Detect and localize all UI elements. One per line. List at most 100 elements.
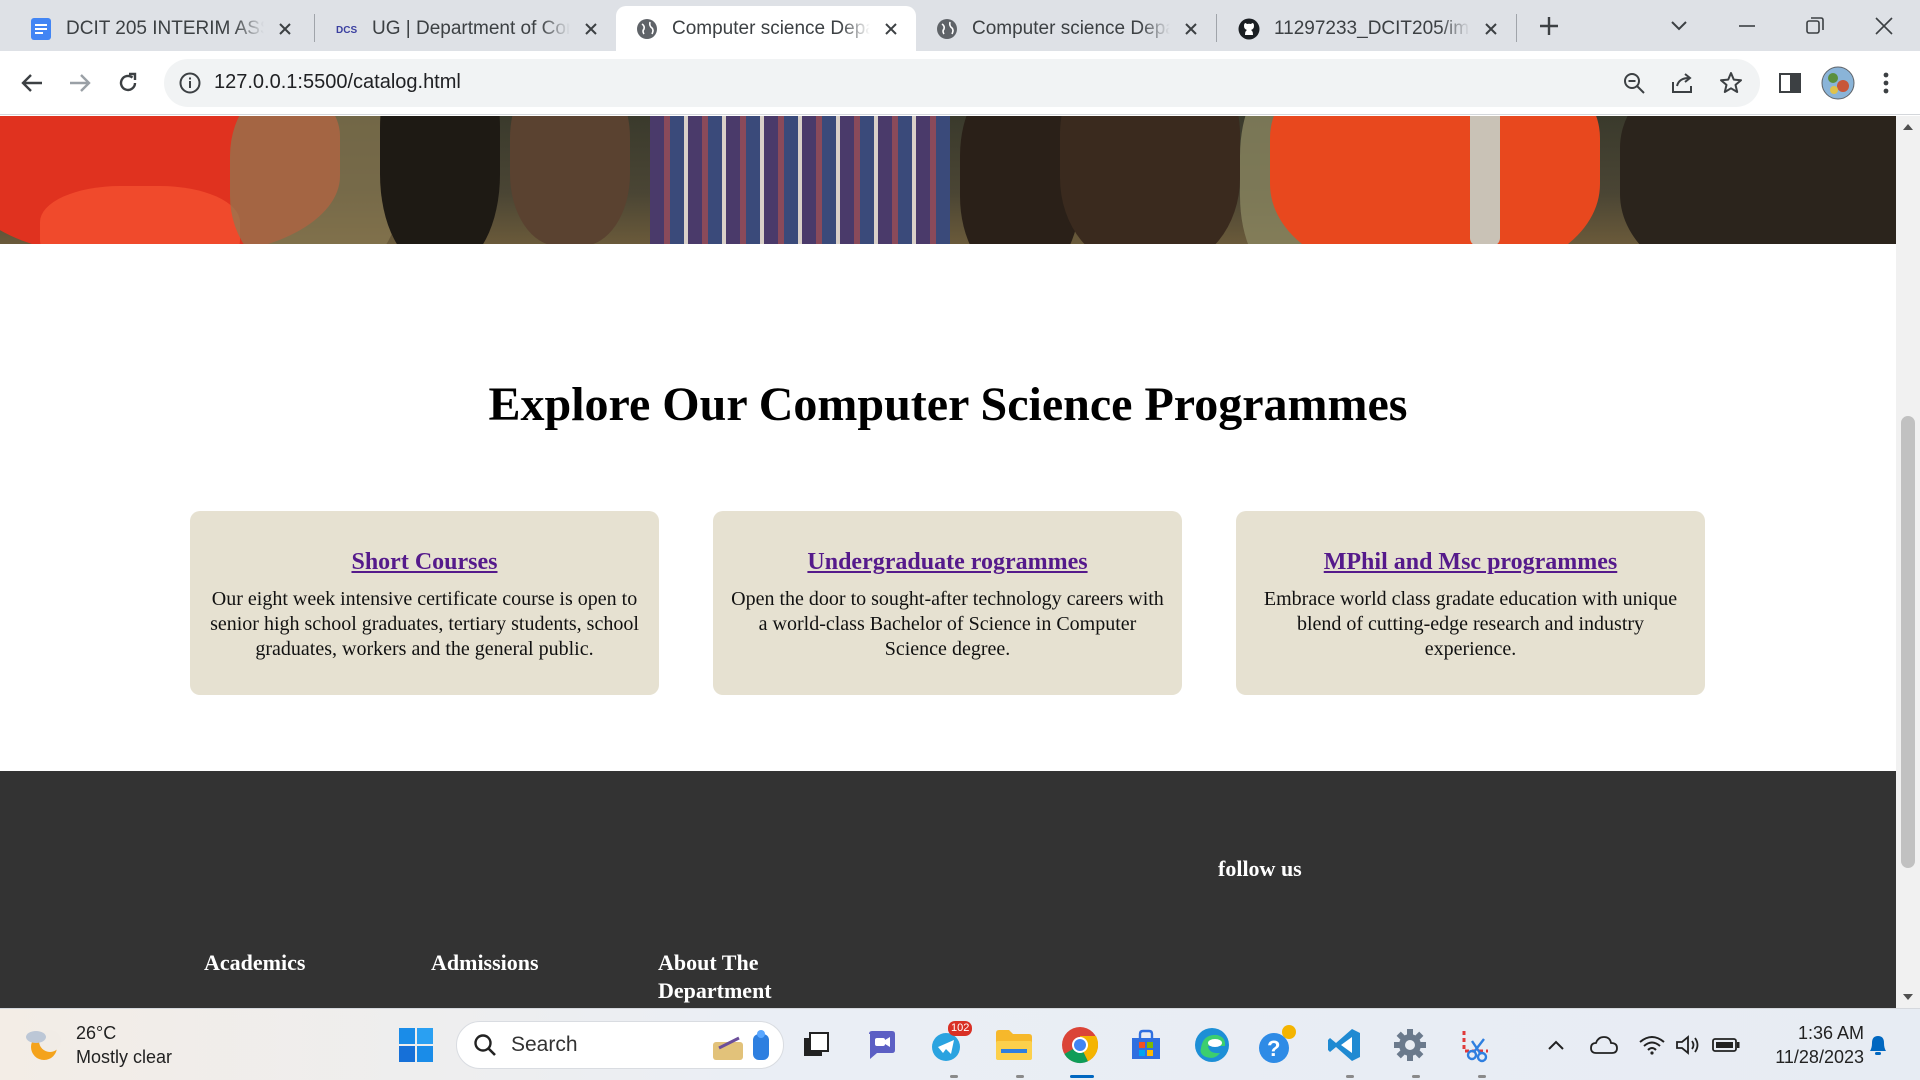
clock-date: 11/28/2023 <box>1775 1047 1864 1067</box>
close-icon[interactable] <box>274 18 296 40</box>
taskbar-search[interactable]: Search <box>456 1021 784 1069</box>
vscode-button[interactable] <box>1322 1023 1366 1067</box>
share-button[interactable] <box>1663 63 1703 103</box>
chat-icon <box>869 1031 895 1059</box>
info-icon[interactable] <box>178 71 202 95</box>
new-tab-button[interactable] <box>1527 6 1571 46</box>
tab-github[interactable]: 11297233_DCIT205/imag <box>1218 6 1516 51</box>
side-panel-icon <box>1779 73 1801 93</box>
scrollbar-thumb[interactable] <box>1901 416 1915 868</box>
onedrive-button[interactable] <box>1590 1031 1618 1059</box>
chrome-icon <box>1062 1027 1099 1064</box>
address-bar[interactable]: 127.0.0.1:5500/catalog.html <box>164 59 1760 107</box>
programme-card-mphil-msc: MPhil and Msc programmes Embrace world c… <box>1236 511 1705 695</box>
scroll-down-arrow-icon[interactable] <box>1903 993 1913 1001</box>
cloud-icon <box>1590 1036 1618 1054</box>
close-icon[interactable] <box>1180 18 1202 40</box>
mphil-msc-link[interactable]: MPhil and Msc programmes <box>1250 549 1691 576</box>
arrow-right-icon <box>70 74 91 92</box>
tab-ug-department[interactable]: DCS UG | Department of Com <box>316 6 616 51</box>
telegram-button[interactable]: 102 <box>926 1021 973 1067</box>
page-scrollbar[interactable] <box>1896 116 1920 1008</box>
running-indicator <box>1478 1075 1486 1078</box>
short-courses-link[interactable]: Short Courses <box>204 549 645 576</box>
url-text: 127.0.0.1:5500/catalog.html <box>214 71 461 93</box>
footer: follow us Academics Admissions About The… <box>0 771 1896 1008</box>
avatar <box>1821 66 1855 100</box>
show-hidden-icons-button[interactable] <box>1542 1031 1570 1059</box>
reload-button[interactable] <box>108 63 148 103</box>
folder-icon <box>996 1030 1032 1060</box>
notifications-button[interactable] <box>1864 1031 1892 1059</box>
scroll-up-arrow-icon[interactable] <box>1903 123 1913 131</box>
vscode-icon <box>1328 1029 1360 1061</box>
snipping-tool-button[interactable] <box>1454 1023 1498 1067</box>
menu-button[interactable] <box>1866 63 1906 103</box>
card-description: Embrace world class gradate education wi… <box>1263 588 1678 660</box>
speaker-icon <box>1676 1035 1699 1055</box>
running-indicator <box>1016 1075 1024 1078</box>
chevron-down-icon <box>1671 21 1687 31</box>
volume-button[interactable] <box>1674 1031 1702 1059</box>
restore-button[interactable] <box>1793 6 1837 46</box>
close-icon[interactable] <box>880 18 902 40</box>
zoom-button[interactable] <box>1614 63 1654 103</box>
battery-button[interactable] <box>1712 1031 1740 1059</box>
docs-icon <box>30 17 52 40</box>
file-explorer-button[interactable] <box>992 1023 1036 1067</box>
tab-computer-science-active[interactable]: Computer science Depar <box>616 6 916 51</box>
close-window-button[interactable] <box>1862 6 1906 46</box>
weather-widget[interactable]: 26°C Mostly clear <box>22 1021 172 1069</box>
chrome-button[interactable] <box>1058 1023 1102 1067</box>
running-indicator <box>1346 1075 1354 1078</box>
profile-avatar[interactable] <box>1818 63 1858 103</box>
close-icon[interactable] <box>580 18 602 40</box>
help-icon: ? <box>1259 1025 1296 1063</box>
card-description: Open the door to sought-after technology… <box>731 588 1164 660</box>
wifi-button[interactable] <box>1638 1031 1666 1059</box>
star-icon <box>1720 72 1742 93</box>
tab-title: UG | Department of Com <box>372 17 570 39</box>
tab-dcit205[interactable]: DCIT 205 INTERIM ASSES <box>10 6 310 51</box>
share-icon <box>1672 73 1692 93</box>
close-icon[interactable] <box>1480 18 1502 40</box>
hero-image <box>0 116 1896 244</box>
start-button[interactable] <box>394 1023 438 1067</box>
tab-divider <box>1516 14 1517 42</box>
dcs-icon: DCS <box>336 18 358 40</box>
tab-divider <box>1216 14 1217 42</box>
bell-icon <box>1870 1036 1886 1055</box>
page-viewport: Explore Our Computer Science Programmes … <box>0 116 1896 1008</box>
follow-us-heading: follow us <box>1218 856 1302 881</box>
snipping-tool-icon <box>1462 1031 1488 1063</box>
weather-description: Mostly clear <box>76 1047 173 1067</box>
help-button[interactable]: ? <box>1256 1023 1300 1067</box>
back-button[interactable] <box>12 63 52 103</box>
zoom-out-icon <box>1624 73 1645 94</box>
windows-icon <box>399 1028 433 1062</box>
search-label: Search <box>511 1033 578 1056</box>
search-highlight-icon <box>713 1030 769 1060</box>
system-clock[interactable]: 1:36 AM 11/28/2023 <box>1775 1021 1864 1069</box>
tab-search-button[interactable] <box>1657 6 1701 46</box>
edge-button[interactable] <box>1190 1023 1234 1067</box>
github-icon <box>1238 18 1260 40</box>
chevron-up-icon <box>1548 1040 1564 1050</box>
undergraduate-link[interactable]: Undergraduate rogrammes <box>727 549 1168 576</box>
card-description: Our eight week intensive certificate cou… <box>210 588 639 660</box>
globe-icon <box>936 18 958 40</box>
bookmark-button[interactable] <box>1711 63 1751 103</box>
side-panel-button[interactable] <box>1770 63 1810 103</box>
minimize-button[interactable] <box>1725 6 1769 46</box>
tab-computer-science[interactable]: Computer science Depar <box>916 6 1216 51</box>
windows-taskbar: 26°C Mostly clear Search 102 ? 1:36 AM 1… <box>0 1008 1920 1080</box>
running-indicator <box>1412 1075 1420 1078</box>
task-view-button[interactable] <box>794 1023 838 1067</box>
clock-time: 1:36 AM <box>1797 1023 1864 1043</box>
forward-button[interactable] <box>60 63 100 103</box>
teams-chat-button[interactable] <box>860 1023 904 1067</box>
microsoft-store-button[interactable] <box>1124 1023 1168 1067</box>
active-indicator <box>1070 1075 1094 1078</box>
arrow-left-icon <box>21 74 42 92</box>
settings-button[interactable] <box>1388 1023 1432 1067</box>
